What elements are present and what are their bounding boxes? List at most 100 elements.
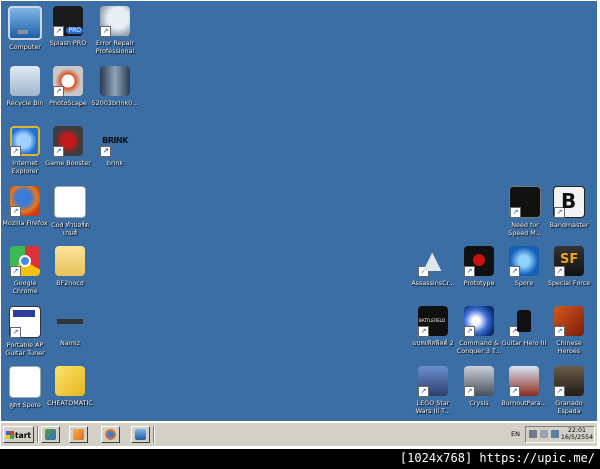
icon-label: Need for Speed M...: [508, 221, 542, 237]
desktop-icon-recycle-bin[interactable]: Recycle Bin: [1, 66, 49, 107]
icon-label: Computer: [9, 43, 41, 51]
clock-date: 16/5/2554: [560, 434, 594, 441]
desktop-icon-bandmaster[interactable]: ↗ Bandmaster: [545, 186, 593, 229]
quicklaunch-firefox[interactable]: [101, 426, 120, 443]
icon-label: Namiz: [59, 339, 81, 347]
shortcut-arrow-icon: ↗: [554, 266, 565, 277]
quicklaunch-show-desktop[interactable]: [41, 426, 60, 443]
icon-label: Google Chrome: [12, 279, 38, 295]
taskbar-separator: [37, 426, 39, 443]
start-button[interactable]: Start: [3, 426, 34, 443]
desktop-icon-cheatomatic[interactable]: CHEATOMATIC: [46, 366, 94, 407]
desktop-icon-chinese-heroes[interactable]: ↗ Chinese Heroes: [545, 306, 593, 355]
desktop-icon-crysis[interactable]: ↗ Crysis: [455, 366, 503, 407]
shortcut-arrow-icon: ↗: [554, 326, 565, 337]
command-conquer-icon: ↗: [464, 306, 494, 337]
icon-label: Splash PRO: [49, 39, 87, 47]
splash-pro-icon: ↗: [53, 6, 83, 37]
firefox-icon: ↗: [10, 186, 40, 217]
clock-time: 22:01: [567, 427, 587, 434]
icon-label: แบทเทิลฟิลด์ 2: [412, 339, 454, 347]
game-booster-icon: ↗: [53, 126, 83, 157]
shortcut-arrow-icon: ↗: [53, 86, 64, 97]
desktop-icon-need-for-speed[interactable]: ↗ Need for Speed M...: [501, 186, 549, 237]
desktop-icon-video[interactable]: 52003brink0...: [91, 66, 139, 107]
shortcut-arrow-icon: ↗: [418, 326, 429, 337]
desktop-icon-brink[interactable]: BRINK ↗ brink: [91, 126, 139, 167]
desktop-icon-game-booster[interactable]: ↗ Game Booster: [44, 126, 92, 167]
computer-icon: [135, 429, 146, 440]
desktop-icon-bf2nocd[interactable]: BF2nocd: [46, 246, 94, 287]
show-desktop-icon: [45, 429, 56, 440]
screen: Computer ↗ Splash PRO ↗ Error Repair Pro…: [0, 0, 600, 469]
battlefield-2-icon: ↗: [418, 306, 448, 337]
shortcut-arrow-icon: ↗: [464, 326, 475, 337]
icon-label: Spore: [514, 279, 534, 287]
desktop-icon-assassins-creed[interactable]: ↗ AssassinsCr...: [409, 246, 457, 287]
shortcut-arrow-icon: ↗: [509, 386, 520, 397]
taskbar-separator: [153, 426, 155, 443]
assassins-creed-icon: ↗: [418, 246, 448, 277]
desktop-icon-prototype[interactable]: ↗ Prototype: [455, 246, 503, 287]
icon-label: BurnoutPara...: [501, 399, 547, 407]
icon-label: LEGO Star Wars III T...: [415, 399, 451, 415]
chinese-heroes-icon: ↗: [554, 306, 584, 337]
spore-icon: ↗: [509, 246, 539, 277]
icon-label: Recycle Bin: [6, 99, 44, 107]
chrome-icon: ↗: [10, 246, 40, 277]
icon-label: Portable AP Guitar Tuner: [5, 341, 45, 357]
desktop-icon-burnout-paradise[interactable]: ↗ BurnoutPara...: [500, 366, 548, 407]
desktop-icon-spore[interactable]: ↗ Spore: [500, 246, 548, 287]
network-icon[interactable]: [529, 430, 537, 438]
icon-label: CHEATOMATIC: [47, 399, 93, 407]
desktop-icon-command-conquer[interactable]: ↗ Command & Conquer 3 T...: [455, 306, 503, 355]
desktop-icon-splash-pro[interactable]: ↗ Splash PRO: [44, 6, 92, 47]
prototype-icon: ↗: [464, 246, 494, 277]
brink-logo-text: BRINK: [102, 136, 128, 145]
desktop-icon-lego-star-wars[interactable]: ↗ LEGO Star Wars III T...: [409, 366, 457, 415]
quicklaunch-media-player[interactable]: [69, 426, 88, 443]
desktop-icon-spore-text[interactable]: ลูตร Spore: [1, 366, 49, 409]
desktop-icon-computer[interactable]: Computer: [1, 6, 49, 51]
shortcut-arrow-icon: ↗: [418, 386, 429, 397]
desktop-icon-cod-document[interactable]: Cod ทำบอร์ด เกมส์: [46, 186, 94, 237]
shortcut-arrow-icon: ↗: [510, 207, 521, 218]
clock[interactable]: 22:01 16/5/2554: [560, 427, 594, 441]
windows-logo-icon: [6, 431, 14, 439]
volume-icon[interactable]: [540, 430, 548, 438]
brink-icon: BRINK ↗: [100, 126, 130, 157]
shortcut-arrow-icon: ↗: [509, 326, 520, 337]
desktop-icon-battlefield-2[interactable]: ↗ แบทเทิลฟิลด์ 2: [409, 306, 457, 347]
desktop-icon-guitar-hero[interactable]: ↗ Guitar Hero III: [500, 306, 548, 347]
desktop-icon-chrome[interactable]: ↗ Google Chrome: [1, 246, 49, 295]
desktop-icon-photoscape[interactable]: ↗ PhotoScape: [44, 66, 92, 107]
icon-label: Cod ทำบอร์ด เกมส์: [51, 221, 89, 237]
burnout-paradise-icon: ↗: [509, 366, 539, 397]
icon-label: Game Booster: [45, 159, 91, 167]
desktop-icon-firefox[interactable]: ↗ Mozilla Firefox: [1, 186, 49, 227]
quicklaunch-computer[interactable]: [131, 426, 150, 443]
desktop-icon-internet-explorer[interactable]: ↗ Internet Explorer: [1, 126, 49, 175]
bandmaster-icon: ↗: [553, 186, 585, 218]
language-indicator[interactable]: EN: [511, 430, 520, 438]
desktop[interactable]: Computer ↗ Splash PRO ↗ Error Repair Pro…: [1, 1, 597, 421]
shortcut-arrow-icon: ↗: [554, 207, 565, 218]
desktop-icon-granado-espada[interactable]: ↗ Granado Espada: [545, 366, 593, 415]
folder-icon: [55, 246, 85, 276]
watermark-bar: [1024x768] https://upic.me/: [0, 449, 600, 469]
shortcut-arrow-icon: ↗: [10, 266, 21, 277]
desktop-icon-error-repair[interactable]: ↗ Error Repair Professional: [91, 6, 139, 55]
desktop-icon-namiz[interactable]: Namiz: [46, 306, 94, 347]
icon-label: ลูตร Spore: [9, 401, 41, 409]
lego-star-wars-icon: ↗: [418, 366, 448, 397]
desktop-icon-special-force[interactable]: ↗ Special Force: [545, 246, 593, 287]
watermark-text: [1024x768] https://upic.me/: [399, 451, 595, 465]
cheese-icon: [55, 366, 85, 396]
namiz-icon: [55, 306, 85, 336]
icon-label: 52003brink0...: [91, 99, 139, 107]
desktop-icon-guitar-tuner[interactable]: ↗ Portable AP Guitar Tuner: [1, 306, 49, 357]
need-for-speed-icon: ↗: [509, 186, 541, 218]
icon-label: brink: [106, 159, 124, 167]
tray-app-icon[interactable]: [551, 430, 559, 438]
guitar-tuner-icon: ↗: [9, 306, 41, 338]
